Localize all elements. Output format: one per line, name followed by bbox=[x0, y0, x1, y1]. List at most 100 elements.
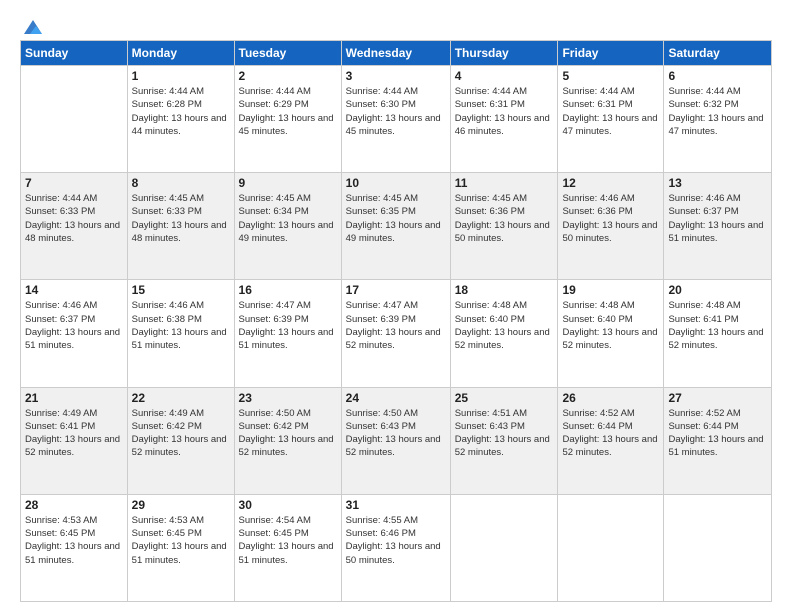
day-number: 1 bbox=[132, 69, 230, 83]
calendar-cell: 14 Sunrise: 4:46 AM Sunset: 6:37 PM Dayli… bbox=[21, 280, 128, 387]
calendar-cell: 24 Sunrise: 4:50 AM Sunset: 6:43 PM Dayli… bbox=[341, 387, 450, 494]
weekday-monday: Monday bbox=[127, 41, 234, 66]
calendar-cell: 31 Sunrise: 4:55 AM Sunset: 6:46 PM Dayli… bbox=[341, 494, 450, 601]
day-number: 20 bbox=[668, 283, 767, 297]
day-number: 21 bbox=[25, 391, 123, 405]
day-number: 6 bbox=[668, 69, 767, 83]
day-number: 9 bbox=[239, 176, 337, 190]
calendar-cell: 8 Sunrise: 4:45 AM Sunset: 6:33 PM Daylig… bbox=[127, 173, 234, 280]
calendar-cell: 26 Sunrise: 4:52 AM Sunset: 6:44 PM Dayli… bbox=[558, 387, 664, 494]
week-row-2: 7 Sunrise: 4:44 AM Sunset: 6:33 PM Daylig… bbox=[21, 173, 772, 280]
day-info: Sunrise: 4:52 AM Sunset: 6:44 PM Dayligh… bbox=[562, 407, 659, 460]
week-row-5: 28 Sunrise: 4:53 AM Sunset: 6:45 PM Dayli… bbox=[21, 494, 772, 601]
calendar-cell: 13 Sunrise: 4:46 AM Sunset: 6:37 PM Dayli… bbox=[664, 173, 772, 280]
calendar-cell: 19 Sunrise: 4:48 AM Sunset: 6:40 PM Dayli… bbox=[558, 280, 664, 387]
day-number: 31 bbox=[346, 498, 446, 512]
day-info: Sunrise: 4:45 AM Sunset: 6:36 PM Dayligh… bbox=[455, 192, 554, 245]
day-info: Sunrise: 4:44 AM Sunset: 6:32 PM Dayligh… bbox=[668, 85, 767, 138]
calendar-cell: 2 Sunrise: 4:44 AM Sunset: 6:29 PM Daylig… bbox=[234, 66, 341, 173]
weekday-friday: Friday bbox=[558, 41, 664, 66]
calendar-cell: 29Sunrise: 4:53 AM Sunset: 6:45 PM Dayli… bbox=[127, 494, 234, 601]
header bbox=[20, 18, 772, 32]
calendar-cell: 1 Sunrise: 4:44 AM Sunset: 6:28 PM Daylig… bbox=[127, 66, 234, 173]
day-number: 27 bbox=[668, 391, 767, 405]
day-number: 26 bbox=[562, 391, 659, 405]
calendar-cell: 21 Sunrise: 4:49 AM Sunset: 6:41 PM Dayli… bbox=[21, 387, 128, 494]
calendar-cell: 5 Sunrise: 4:44 AM Sunset: 6:31 PM Daylig… bbox=[558, 66, 664, 173]
page: SundayMondayTuesdayWednesdayThursdayFrid… bbox=[0, 0, 792, 612]
day-number: 4 bbox=[455, 69, 554, 83]
calendar-cell: 25 Sunrise: 4:51 AM Sunset: 6:43 PM Dayli… bbox=[450, 387, 558, 494]
day-number: 7 bbox=[25, 176, 123, 190]
weekday-header-row: SundayMondayTuesdayWednesdayThursdayFrid… bbox=[21, 41, 772, 66]
day-info: Sunrise: 4:55 AM Sunset: 6:46 PM Dayligh… bbox=[346, 514, 446, 567]
day-info: Sunrise: 4:44 AM Sunset: 6:31 PM Dayligh… bbox=[562, 85, 659, 138]
calendar-cell: 3Sunrise: 4:44 AM Sunset: 6:30 PM Daylig… bbox=[341, 66, 450, 173]
day-info: Sunrise: 4:44 AM Sunset: 6:31 PM Dayligh… bbox=[455, 85, 554, 138]
logo-icon bbox=[22, 18, 44, 36]
calendar-cell: 22Sunrise: 4:49 AM Sunset: 6:42 PM Dayli… bbox=[127, 387, 234, 494]
day-number: 23 bbox=[239, 391, 337, 405]
week-row-4: 21 Sunrise: 4:49 AM Sunset: 6:41 PM Dayli… bbox=[21, 387, 772, 494]
calendar-cell: 17 Sunrise: 4:47 AM Sunset: 6:39 PM Dayli… bbox=[341, 280, 450, 387]
calendar-cell: 15Sunrise: 4:46 AM Sunset: 6:38 PM Dayli… bbox=[127, 280, 234, 387]
calendar-cell: 27 Sunrise: 4:52 AM Sunset: 6:44 PM Dayli… bbox=[664, 387, 772, 494]
day-info: Sunrise: 4:44 AM Sunset: 6:33 PM Dayligh… bbox=[25, 192, 123, 245]
day-info: Sunrise: 4:47 AM Sunset: 6:39 PM Dayligh… bbox=[239, 299, 337, 352]
calendar-cell bbox=[664, 494, 772, 601]
day-number: 15 bbox=[132, 283, 230, 297]
day-info: Sunrise: 4:52 AM Sunset: 6:44 PM Dayligh… bbox=[668, 407, 767, 460]
day-info: Sunrise: 4:50 AM Sunset: 6:42 PM Dayligh… bbox=[239, 407, 337, 460]
day-info: Sunrise: 4:54 AM Sunset: 6:45 PM Dayligh… bbox=[239, 514, 337, 567]
day-number: 19 bbox=[562, 283, 659, 297]
day-number: 17 bbox=[346, 283, 446, 297]
week-row-1: 1 Sunrise: 4:44 AM Sunset: 6:28 PM Daylig… bbox=[21, 66, 772, 173]
calendar-cell bbox=[450, 494, 558, 601]
day-info: Sunrise: 4:44 AM Sunset: 6:29 PM Dayligh… bbox=[239, 85, 337, 138]
calendar: SundayMondayTuesdayWednesdayThursdayFrid… bbox=[20, 40, 772, 602]
weekday-sunday: Sunday bbox=[21, 41, 128, 66]
calendar-cell bbox=[558, 494, 664, 601]
calendar-cell: 16 Sunrise: 4:47 AM Sunset: 6:39 PM Dayli… bbox=[234, 280, 341, 387]
day-number: 14 bbox=[25, 283, 123, 297]
day-number: 8 bbox=[132, 176, 230, 190]
day-info: Sunrise: 4:45 AM Sunset: 6:33 PM Dayligh… bbox=[132, 192, 230, 245]
day-number: 11 bbox=[455, 176, 554, 190]
day-info: Sunrise: 4:53 AM Sunset: 6:45 PM Dayligh… bbox=[132, 514, 230, 567]
day-number: 18 bbox=[455, 283, 554, 297]
day-number: 13 bbox=[668, 176, 767, 190]
calendar-cell: 7 Sunrise: 4:44 AM Sunset: 6:33 PM Daylig… bbox=[21, 173, 128, 280]
calendar-cell: 23 Sunrise: 4:50 AM Sunset: 6:42 PM Dayli… bbox=[234, 387, 341, 494]
day-info: Sunrise: 4:51 AM Sunset: 6:43 PM Dayligh… bbox=[455, 407, 554, 460]
logo bbox=[20, 18, 44, 32]
day-number: 2 bbox=[239, 69, 337, 83]
calendar-cell: 20 Sunrise: 4:48 AM Sunset: 6:41 PM Dayli… bbox=[664, 280, 772, 387]
day-info: Sunrise: 4:46 AM Sunset: 6:36 PM Dayligh… bbox=[562, 192, 659, 245]
day-number: 25 bbox=[455, 391, 554, 405]
calendar-cell bbox=[21, 66, 128, 173]
day-number: 28 bbox=[25, 498, 123, 512]
day-number: 3 bbox=[346, 69, 446, 83]
day-number: 10 bbox=[346, 176, 446, 190]
calendar-cell: 4 Sunrise: 4:44 AM Sunset: 6:31 PM Daylig… bbox=[450, 66, 558, 173]
day-info: Sunrise: 4:45 AM Sunset: 6:34 PM Dayligh… bbox=[239, 192, 337, 245]
calendar-cell: 28Sunrise: 4:53 AM Sunset: 6:45 PM Dayli… bbox=[21, 494, 128, 601]
day-info: Sunrise: 4:46 AM Sunset: 6:37 PM Dayligh… bbox=[25, 299, 123, 352]
day-number: 16 bbox=[239, 283, 337, 297]
day-info: Sunrise: 4:45 AM Sunset: 6:35 PM Dayligh… bbox=[346, 192, 446, 245]
day-info: Sunrise: 4:44 AM Sunset: 6:28 PM Dayligh… bbox=[132, 85, 230, 138]
day-info: Sunrise: 4:50 AM Sunset: 6:43 PM Dayligh… bbox=[346, 407, 446, 460]
day-number: 5 bbox=[562, 69, 659, 83]
calendar-cell: 18Sunrise: 4:48 AM Sunset: 6:40 PM Dayli… bbox=[450, 280, 558, 387]
day-info: Sunrise: 4:48 AM Sunset: 6:40 PM Dayligh… bbox=[562, 299, 659, 352]
day-info: Sunrise: 4:48 AM Sunset: 6:41 PM Dayligh… bbox=[668, 299, 767, 352]
calendar-cell: 9 Sunrise: 4:45 AM Sunset: 6:34 PM Daylig… bbox=[234, 173, 341, 280]
day-info: Sunrise: 4:49 AM Sunset: 6:41 PM Dayligh… bbox=[25, 407, 123, 460]
calendar-cell: 6 Sunrise: 4:44 AM Sunset: 6:32 PM Daylig… bbox=[664, 66, 772, 173]
day-info: Sunrise: 4:46 AM Sunset: 6:37 PM Dayligh… bbox=[668, 192, 767, 245]
day-number: 30 bbox=[239, 498, 337, 512]
day-info: Sunrise: 4:47 AM Sunset: 6:39 PM Dayligh… bbox=[346, 299, 446, 352]
calendar-cell: 11 Sunrise: 4:45 AM Sunset: 6:36 PM Dayli… bbox=[450, 173, 558, 280]
weekday-tuesday: Tuesday bbox=[234, 41, 341, 66]
day-number: 24 bbox=[346, 391, 446, 405]
